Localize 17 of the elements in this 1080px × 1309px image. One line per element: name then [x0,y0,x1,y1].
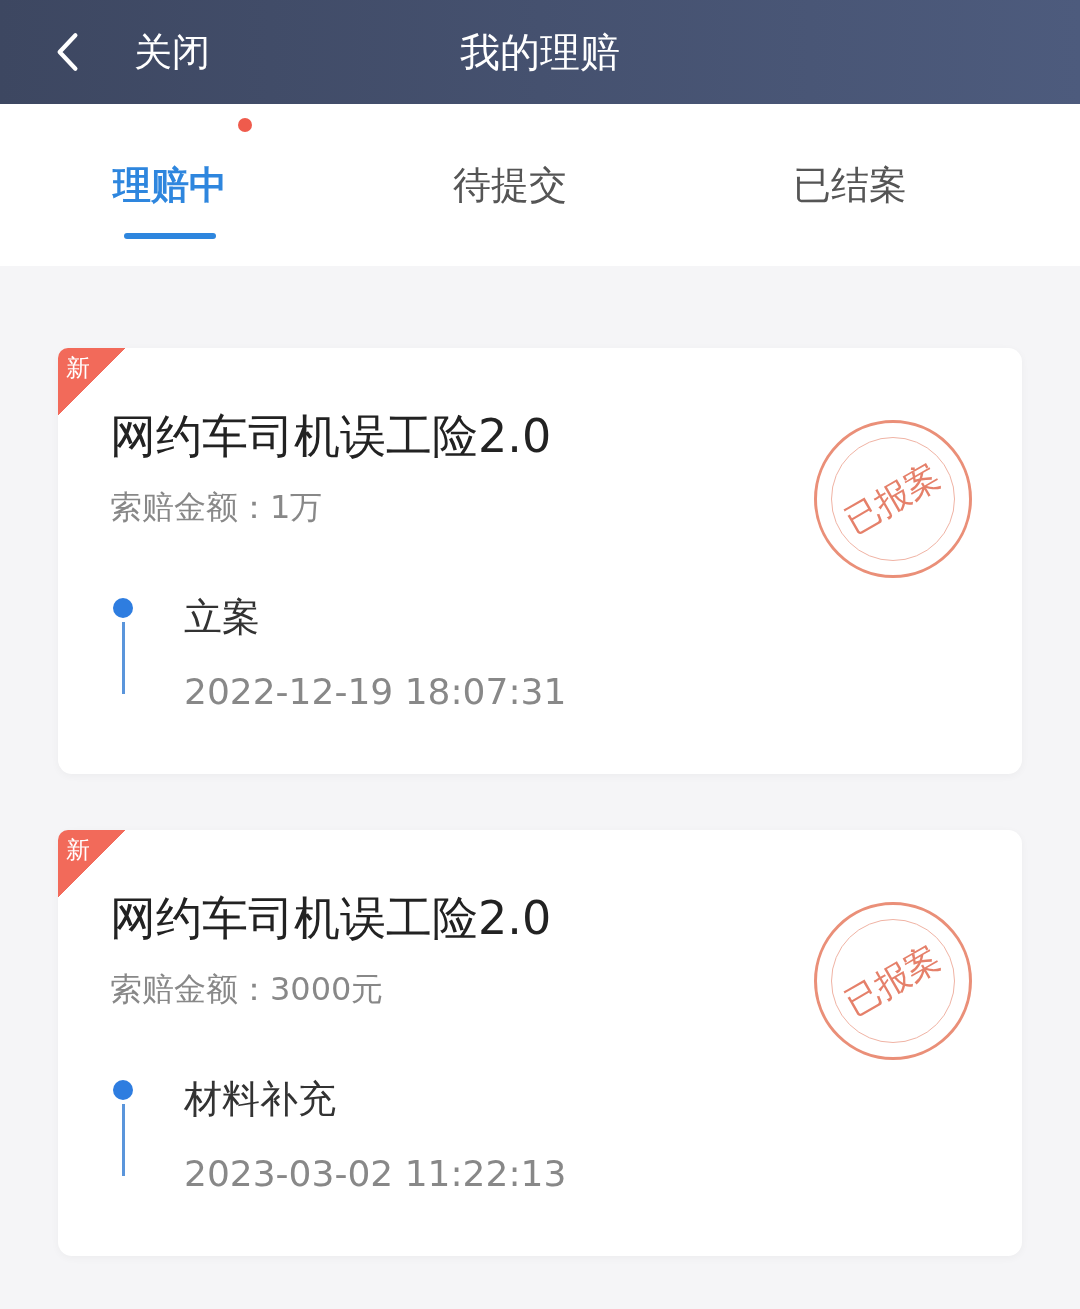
close-link[interactable]: 关闭 [134,26,210,78]
claim-card[interactable]: 新 已报案 网约车司机误工险2.0 索赔金额：1万 立案 2022-12-19 18:07:31 [58,348,1022,774]
new-corner-badge: 新 [58,830,126,898]
step-name: 材料补充 [184,1076,336,1123]
tab[interactable]: 待提交 [453,159,567,211]
claim-amount: 索赔金额：3000元 [110,969,384,1010]
step-time: 2023-03-02 11:22:13 [184,1153,567,1194]
claim-amount: 索赔金额：1万 [110,487,323,528]
page-title: 我的理赔 [460,27,620,77]
step-name: 立案 [184,594,260,641]
claim-card[interactable]: 新 已报案 网约车司机误工险2.0 索赔金额：3000元 材料补充 2023-03-02 11:22:13 [58,830,1022,1256]
tab[interactable]: 已结案 [793,159,907,211]
tab[interactable]: 理赔中 [113,159,227,211]
step-time: 2022-12-19 18:07:31 [184,671,567,712]
stamp: 已报案 [814,420,972,578]
stamp: 已报案 [814,902,972,1060]
new-corner-badge: 新 [58,348,126,416]
